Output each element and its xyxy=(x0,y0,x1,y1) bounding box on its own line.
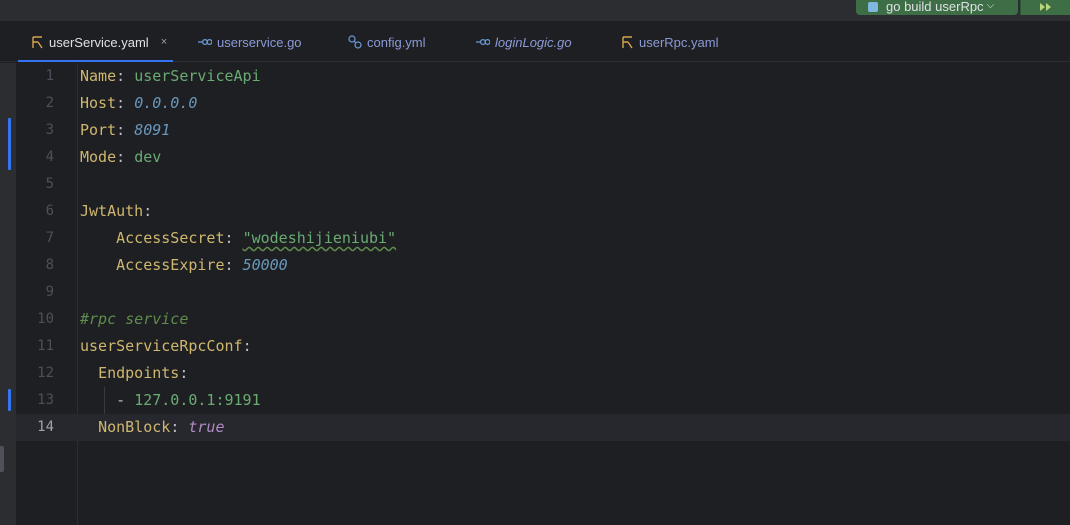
go-file-icon xyxy=(476,35,490,49)
line-number: 4 xyxy=(45,149,54,165)
code-line[interactable]: 6 JwtAuth: xyxy=(16,198,1070,225)
code-line[interactable]: 4 Mode: dev xyxy=(16,144,1070,171)
chevron-down-icon: ⌵ xyxy=(986,0,995,11)
side-handle[interactable] xyxy=(0,446,4,472)
yaml-key: Endpoints xyxy=(98,364,180,382)
yaml-value: "wodeshijieniubi" xyxy=(242,229,397,247)
yaml-key: AccessSecret xyxy=(116,229,225,247)
line-number: 13 xyxy=(37,392,54,408)
code-line[interactable]: 2 Host: 0.0.0.0 xyxy=(16,90,1070,117)
tab-label: userRpc.yaml xyxy=(639,34,719,50)
code-line[interactable]: 13 - 127.0.0.1:9191 xyxy=(16,387,1070,414)
line-number: 11 xyxy=(37,338,54,354)
code-line[interactable]: 1 Name: userServiceApi xyxy=(16,63,1070,90)
yaml-separator: : xyxy=(143,202,153,220)
line-number: 10 xyxy=(37,311,54,327)
vcs-change-marker[interactable] xyxy=(8,118,11,170)
code-line[interactable]: 5 xyxy=(16,171,1070,198)
line-number: 2 xyxy=(45,95,54,111)
run-icon xyxy=(1039,2,1051,11)
vcs-change-marker[interactable] xyxy=(8,389,11,411)
ide-window: go build userRpc ⌵ userService.yaml × us… xyxy=(0,0,1070,525)
line-number: 14 xyxy=(37,419,54,435)
tab-label: config.yml xyxy=(367,34,426,50)
yaml-value: 50000 xyxy=(242,256,288,274)
code-line[interactable]: 8 AccessExpire: 50000 xyxy=(16,252,1070,279)
yaml-separator: : xyxy=(224,256,243,274)
yaml-comment: #rpc service xyxy=(80,310,189,328)
code-line[interactable]: 9 xyxy=(16,279,1070,306)
yaml-key: Name xyxy=(80,67,117,85)
tab-label: loginLogic.go xyxy=(495,34,572,50)
yaml-value: 0.0.0.0 xyxy=(134,94,198,112)
run-button[interactable] xyxy=(1020,0,1070,15)
main-toolbar: go build userRpc ⌵ xyxy=(0,0,1070,22)
close-icon[interactable]: × xyxy=(161,36,167,48)
line-number: 9 xyxy=(45,284,54,300)
line-number: 3 xyxy=(45,122,54,138)
yaml-separator: : xyxy=(116,67,135,85)
yaml-key: Host xyxy=(80,94,117,112)
code-editor[interactable]: 1 Name: userServiceApi 2 Host: 0.0.0.0 3… xyxy=(0,63,1070,525)
editor-tab-bar: userService.yaml × userservice.go config… xyxy=(0,22,1070,62)
line-number: 6 xyxy=(45,203,54,219)
go-file-icon xyxy=(198,35,212,49)
line-number: 8 xyxy=(45,257,54,273)
yaml-key: Mode xyxy=(80,148,117,166)
yaml-separator: : xyxy=(179,364,189,382)
yaml-file-icon xyxy=(620,35,634,49)
yaml-value: dev xyxy=(134,148,162,166)
go-build-icon xyxy=(868,1,878,12)
line-number: 1 xyxy=(45,68,54,84)
code-line-current[interactable]: 14 NonBlock: true xyxy=(16,414,1070,441)
tab-userservice-go[interactable]: userservice.go xyxy=(198,22,302,62)
code-line[interactable]: 3 Port: 8091 xyxy=(16,117,1070,144)
line-number: 5 xyxy=(45,176,54,192)
yaml-value: 8091 xyxy=(134,121,171,139)
line-number: 12 xyxy=(37,365,54,381)
yaml-separator: : xyxy=(116,121,135,139)
run-configuration-selector[interactable]: go build userRpc ⌵ xyxy=(856,0,1018,15)
yaml-separator: : xyxy=(116,94,135,112)
tab-userservice-yaml[interactable]: userService.yaml × xyxy=(17,22,174,62)
yaml-separator: : xyxy=(170,418,189,436)
yaml-separator: : xyxy=(116,148,135,166)
code-line[interactable]: 7 AccessSecret: "wodeshijieniubi" xyxy=(16,225,1070,252)
yaml-value: userServiceApi xyxy=(134,67,261,85)
run-configuration-label: go build userRpc xyxy=(886,0,984,14)
tab-loginlogic-go[interactable]: loginLogic.go xyxy=(476,22,572,62)
yaml-key: JwtAuth xyxy=(80,202,144,220)
code-line[interactable]: 12 Endpoints: xyxy=(16,360,1070,387)
yaml-key: NonBlock xyxy=(98,418,171,436)
tab-config-yml[interactable]: config.yml xyxy=(348,22,426,62)
tab-label: userservice.go xyxy=(217,34,302,50)
yaml-separator: : xyxy=(224,229,243,247)
code-line[interactable]: 11 userServiceRpcConf: xyxy=(16,333,1070,360)
yaml-key: AccessExpire xyxy=(116,256,225,274)
line-number: 7 xyxy=(45,230,54,246)
yaml-list-dash: - xyxy=(116,391,135,409)
tab-userrpc-yaml[interactable]: userRpc.yaml xyxy=(620,22,718,62)
yaml-key: userServiceRpcConf xyxy=(80,337,243,355)
tab-label: userService.yaml xyxy=(49,34,149,50)
config-file-icon xyxy=(348,35,362,49)
code-line[interactable]: 10 #rpc service xyxy=(16,306,1070,333)
yaml-separator: : xyxy=(242,337,252,355)
yaml-value: true xyxy=(188,418,225,436)
yaml-file-icon xyxy=(30,35,44,49)
yaml-key: Port xyxy=(80,121,117,139)
yaml-value: 127.0.0.1:9191 xyxy=(134,391,261,409)
